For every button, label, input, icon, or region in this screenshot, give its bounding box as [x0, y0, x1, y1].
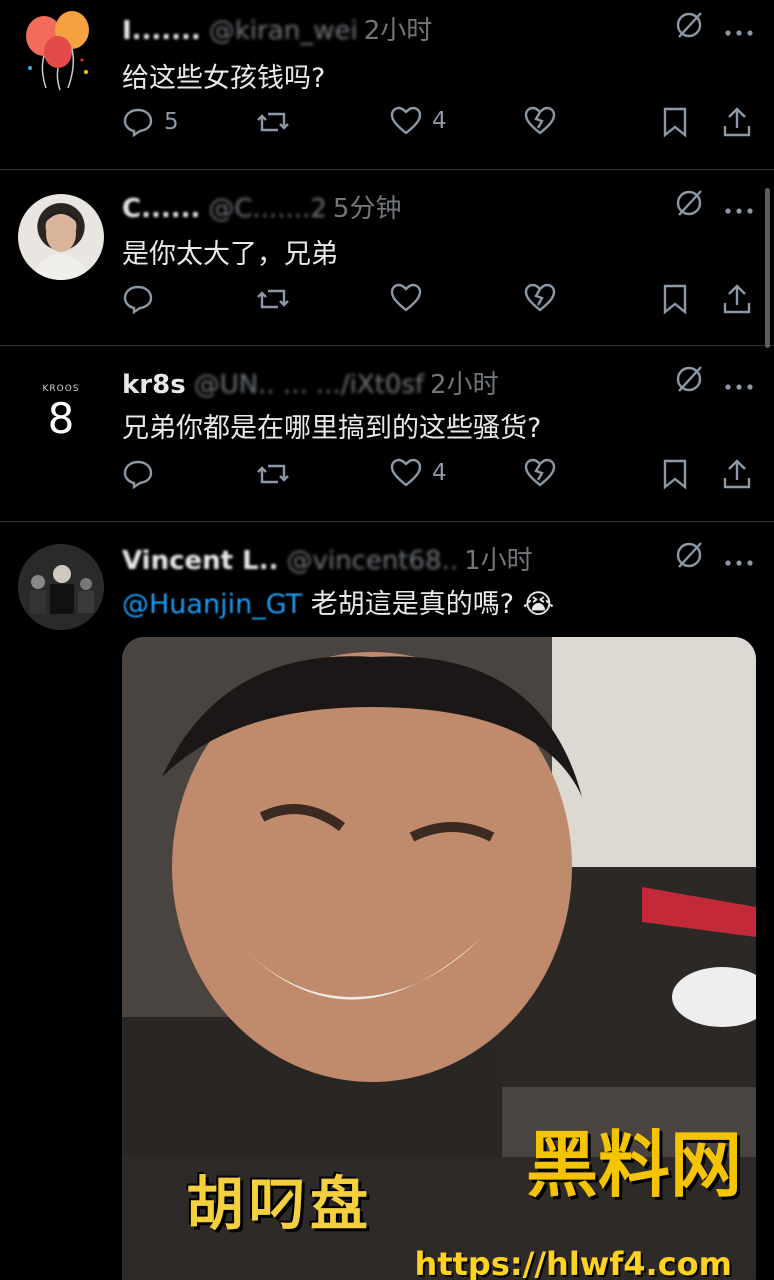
- repost-button[interactable]: [256, 106, 290, 138]
- header-icons: [674, 188, 754, 225]
- post-text: 老胡這是真的嗎?: [310, 589, 515, 620]
- reply-bubble-icon: [123, 285, 153, 315]
- post-media-image[interactable]: 胡叼盘 黑料网 https://hlwf4.com: [122, 637, 756, 1280]
- header-icons: [674, 364, 754, 401]
- grok-slash-icon[interactable]: [674, 540, 704, 577]
- avatar-label-number: 8: [47, 394, 75, 443]
- post-time[interactable]: 2小时: [364, 16, 433, 46]
- post-text: 兄弟你都是在哪里搞到的这些骚货?: [122, 413, 542, 444]
- avatar-kroos[interactable]: KROOS 8: [18, 372, 104, 458]
- post-time[interactable]: 1小时: [464, 546, 533, 576]
- post-header: I....... @kiran_wei 2小时: [122, 10, 754, 46]
- repost-button[interactable]: [256, 283, 290, 315]
- post-text: 给这些女孩钱吗?: [122, 63, 326, 94]
- post-text: 是你太大了，兄弟: [122, 239, 338, 270]
- watermark-text: 黑料网: [525, 1123, 742, 1207]
- dislike-button[interactable]: [524, 106, 556, 136]
- post-text-row: @Huanjin_GT 老胡這是真的嗎? 😭: [122, 582, 744, 621]
- post-time[interactable]: 5分钟: [333, 194, 402, 224]
- author-name[interactable]: kr8s: [122, 370, 186, 400]
- share-button[interactable]: [722, 283, 752, 315]
- bookmark-button[interactable]: [662, 458, 688, 490]
- post-3[interactable]: KROOS 8 kr8s @UN.. ... .../iXt0sf 2小时 兄弟你都…: [0, 346, 774, 522]
- author-handle[interactable]: @UN.. ... .../iXt0sf: [194, 370, 424, 400]
- watermark-url: https://hlwf4.com: [414, 1245, 732, 1280]
- reply-button[interactable]: 5: [122, 106, 179, 138]
- like-button[interactable]: 4: [390, 458, 447, 488]
- more-dots-icon[interactable]: [724, 192, 754, 222]
- reply-button[interactable]: [122, 458, 164, 490]
- more-dots-icon[interactable]: [724, 368, 754, 398]
- post-time[interactable]: 2小时: [430, 370, 499, 400]
- action-bar: 4: [122, 458, 754, 498]
- crying-emoji: 😭: [522, 589, 555, 620]
- action-bar: 5 4: [122, 106, 754, 146]
- share-upload-icon: [723, 459, 751, 489]
- share-button[interactable]: [722, 458, 752, 490]
- heart-icon: [390, 458, 422, 487]
- bookmark-icon: [663, 107, 687, 138]
- more-dots-icon[interactable]: [724, 14, 754, 44]
- scrollbar[interactable]: [765, 188, 770, 348]
- mention-link[interactable]: @Huanjin_GT: [122, 589, 302, 620]
- post-2[interactable]: C...... @C.......2 5分钟 是你太大了，兄弟: [0, 170, 774, 346]
- heartbreak-icon: [524, 458, 556, 487]
- share-button[interactable]: [722, 106, 752, 138]
- heart-icon: [390, 106, 422, 135]
- bookmark-icon: [663, 284, 687, 315]
- author-name[interactable]: I.......: [122, 16, 201, 46]
- repost-arrows-icon: [257, 112, 289, 132]
- like-button[interactable]: [390, 283, 432, 313]
- reply-button[interactable]: [122, 283, 164, 315]
- repost-button[interactable]: [256, 458, 290, 490]
- avatar-label-top: KROOS: [42, 384, 80, 394]
- repost-arrows-icon: [257, 464, 289, 484]
- post-header: C...... @C.......2 5分钟: [122, 188, 754, 224]
- grok-slash-icon[interactable]: [674, 364, 704, 401]
- bookmark-button[interactable]: [662, 106, 688, 138]
- like-button[interactable]: 4: [390, 106, 447, 136]
- share-upload-icon: [723, 107, 751, 137]
- author-name[interactable]: C......: [122, 194, 200, 224]
- post-1[interactable]: I....... @kiran_wei 2小时 给这些女孩钱吗? 5 4: [0, 0, 774, 170]
- media-caption: 胡叼盘: [186, 1170, 373, 1238]
- dislike-button[interactable]: [524, 458, 556, 488]
- author-name[interactable]: Vincent L..: [122, 546, 278, 576]
- dislike-button[interactable]: [524, 283, 556, 313]
- post-header: Vincent L.. @vincent68.. 1小时: [122, 540, 754, 576]
- author-handle[interactable]: @vincent68..: [286, 546, 458, 576]
- post-header: kr8s @UN.. ... .../iXt0sf 2小时: [122, 364, 754, 400]
- reply-bubble-icon: [123, 460, 153, 490]
- avatar-photo[interactable]: [18, 194, 104, 280]
- grok-slash-icon[interactable]: [674, 10, 704, 47]
- action-bar: [122, 283, 754, 323]
- header-icons: [674, 10, 754, 47]
- share-upload-icon: [723, 284, 751, 314]
- like-count: 4: [432, 108, 447, 134]
- bookmark-icon: [663, 459, 687, 490]
- heartbreak-icon: [524, 283, 556, 312]
- more-dots-icon[interactable]: [724, 544, 754, 574]
- reply-count: 5: [164, 109, 179, 135]
- like-count: 4: [432, 460, 447, 486]
- author-handle[interactable]: @C.......2: [208, 194, 327, 224]
- heartbreak-icon: [524, 106, 556, 135]
- bookmark-button[interactable]: [662, 283, 688, 315]
- grok-slash-icon[interactable]: [674, 188, 704, 225]
- avatar-balloons[interactable]: [18, 8, 104, 94]
- author-handle[interactable]: @kiran_wei: [209, 16, 358, 46]
- avatar-photo[interactable]: [18, 544, 104, 630]
- heart-icon: [390, 283, 422, 312]
- reply-bubble-icon: [123, 108, 153, 138]
- repost-arrows-icon: [257, 289, 289, 309]
- header-icons: [674, 540, 754, 577]
